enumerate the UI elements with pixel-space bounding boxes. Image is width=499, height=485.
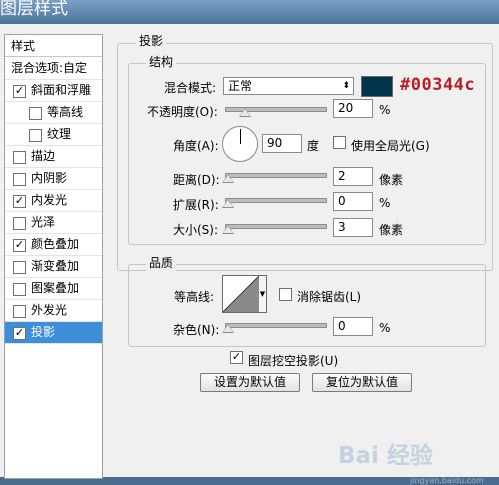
style-item-stroke[interactable]: 描边 bbox=[5, 146, 102, 168]
layer-style-dialog: 样式 混合选项:自定 ✓ 斜面和浮雕 等高线 纹理 描边 内阴影 ✓ 内发光 光… bbox=[0, 24, 499, 485]
window-title: 图层样式 bbox=[0, 0, 68, 19]
distance-slider-thumb[interactable] bbox=[222, 174, 234, 183]
noise-slider[interactable] bbox=[225, 323, 327, 328]
inner-shadow-checkbox[interactable] bbox=[13, 173, 26, 186]
knockout-checkbox[interactable]: ✓ bbox=[230, 351, 243, 364]
size-input[interactable]: 3 bbox=[333, 218, 373, 237]
style-item-contour[interactable]: 等高线 bbox=[5, 102, 102, 124]
style-item-label: 渐变叠加 bbox=[31, 259, 80, 273]
distance-input[interactable]: 2 bbox=[333, 167, 373, 186]
style-item-label: 外发光 bbox=[31, 303, 68, 317]
style-item-label: 内发光 bbox=[31, 193, 68, 207]
angle-input[interactable]: 90 bbox=[262, 134, 302, 153]
blend-mode-select[interactable]: 正常 ⬍ bbox=[223, 77, 354, 95]
noise-unit: % bbox=[379, 321, 391, 335]
style-item-label: 图案叠加 bbox=[31, 281, 80, 295]
global-light-label: 使用全局光(G) bbox=[351, 139, 430, 153]
style-item-pattern-overlay[interactable]: 图案叠加 bbox=[5, 278, 102, 300]
pattern-overlay-checkbox[interactable] bbox=[13, 283, 26, 296]
blend-options-item[interactable]: 混合选项:自定 bbox=[5, 58, 102, 80]
opacity-unit: % bbox=[379, 103, 391, 117]
structure-legend: 结构 bbox=[146, 53, 177, 70]
style-item-label: 光泽 bbox=[31, 215, 56, 229]
noise-label: 杂色(N): bbox=[173, 323, 220, 337]
contour-preview[interactable] bbox=[222, 275, 260, 313]
style-item-label: 等高线 bbox=[47, 105, 84, 119]
style-item-label: 斜面和浮雕 bbox=[31, 83, 92, 97]
quality-legend: 品质 bbox=[146, 254, 177, 271]
bevel-checkbox[interactable]: ✓ bbox=[13, 85, 26, 98]
angle-unit: 度 bbox=[307, 139, 320, 153]
color-hex-annotation: #00344c bbox=[400, 75, 476, 95]
opacity-slider-thumb[interactable] bbox=[239, 108, 251, 117]
chevron-updown-icon: ⬍ bbox=[342, 81, 350, 91]
spread-slider[interactable] bbox=[225, 198, 327, 203]
spread-label: 扩展(R): bbox=[173, 198, 219, 212]
color-overlay-checkbox[interactable]: ✓ bbox=[13, 239, 26, 252]
contour-dropdown-icon[interactable]: ▼ bbox=[259, 275, 267, 313]
style-item-texture[interactable]: 纹理 bbox=[5, 124, 102, 146]
angle-dial[interactable] bbox=[222, 126, 258, 162]
knockout-label: 图层挖空投影(U) bbox=[248, 354, 339, 368]
distance-slider[interactable] bbox=[225, 173, 327, 178]
noise-slider-thumb[interactable] bbox=[222, 324, 234, 333]
baidu-watermark-logo: Bai 经验 bbox=[338, 443, 433, 469]
style-item-label: 纹理 bbox=[47, 127, 72, 141]
distance-unit: 像素 bbox=[379, 173, 404, 187]
satin-checkbox[interactable] bbox=[13, 217, 26, 230]
texture-checkbox[interactable] bbox=[29, 129, 42, 142]
baidu-watermark-url: jingyan.baidu.com bbox=[410, 476, 484, 485]
antialias-checkbox[interactable] bbox=[279, 288, 292, 301]
spread-input[interactable]: 0 bbox=[333, 192, 373, 211]
style-item-gradient-overlay[interactable]: 渐变叠加 bbox=[5, 256, 102, 278]
spread-slider-thumb[interactable] bbox=[222, 199, 234, 208]
blend-options-label: 混合选项:自定 bbox=[11, 61, 88, 75]
outer-glow-checkbox[interactable] bbox=[13, 305, 26, 318]
spread-unit: % bbox=[379, 196, 391, 210]
contour-label: 等高线: bbox=[174, 290, 215, 304]
size-unit: 像素 bbox=[379, 223, 404, 237]
style-item-inner-glow[interactable]: ✓ 内发光 bbox=[5, 190, 102, 212]
gradient-overlay-checkbox[interactable] bbox=[13, 261, 26, 274]
antialias-label: 消除锯齿(L) bbox=[297, 290, 362, 304]
blend-mode-label: 混合模式: bbox=[164, 81, 217, 95]
blend-mode-value: 正常 bbox=[228, 79, 253, 93]
angle-label: 角度(A): bbox=[173, 139, 219, 153]
section-title: 投影 bbox=[136, 32, 167, 49]
title-bar: 图层样式 bbox=[0, 0, 499, 24]
stroke-checkbox[interactable] bbox=[13, 151, 26, 164]
set-default-button[interactable]: 设置为默认值 bbox=[200, 373, 300, 392]
noise-input[interactable]: 0 bbox=[333, 317, 373, 336]
opacity-input[interactable]: 20 bbox=[333, 99, 373, 118]
angle-needle bbox=[240, 129, 241, 144]
distance-label: 距离(D): bbox=[173, 173, 220, 187]
style-item-satin[interactable]: 光泽 bbox=[5, 212, 102, 234]
style-item-label: 颜色叠加 bbox=[31, 237, 80, 251]
style-item-color-overlay[interactable]: ✓ 颜色叠加 bbox=[5, 234, 102, 256]
style-item-outer-glow[interactable]: 外发光 bbox=[5, 300, 102, 322]
style-item-drop-shadow[interactable]: ✓ 投影 bbox=[5, 322, 102, 344]
size-slider[interactable] bbox=[225, 224, 327, 229]
style-item-bevel[interactable]: ✓ 斜面和浮雕 bbox=[5, 80, 102, 102]
inner-glow-checkbox[interactable]: ✓ bbox=[13, 195, 26, 208]
style-item-inner-shadow[interactable]: 内阴影 bbox=[5, 168, 102, 190]
style-list-header[interactable]: 样式 bbox=[5, 35, 102, 57]
reset-default-button[interactable]: 复位为默认值 bbox=[312, 373, 412, 392]
opacity-label: 不透明度(O): bbox=[147, 105, 218, 119]
global-light-checkbox[interactable] bbox=[333, 136, 346, 149]
style-item-label: 内阴影 bbox=[31, 171, 68, 185]
size-label: 大小(S): bbox=[173, 223, 219, 237]
style-list: 样式 混合选项:自定 ✓ 斜面和浮雕 等高线 纹理 描边 内阴影 ✓ 内发光 光… bbox=[4, 34, 103, 479]
style-item-label: 描边 bbox=[31, 149, 56, 163]
shadow-color-swatch[interactable] bbox=[361, 76, 393, 97]
drop-shadow-checkbox[interactable]: ✓ bbox=[13, 327, 26, 340]
style-item-label: 投影 bbox=[31, 325, 56, 339]
contour-curve-icon bbox=[222, 275, 260, 313]
contour-checkbox[interactable] bbox=[29, 107, 42, 120]
size-slider-thumb[interactable] bbox=[222, 225, 234, 234]
